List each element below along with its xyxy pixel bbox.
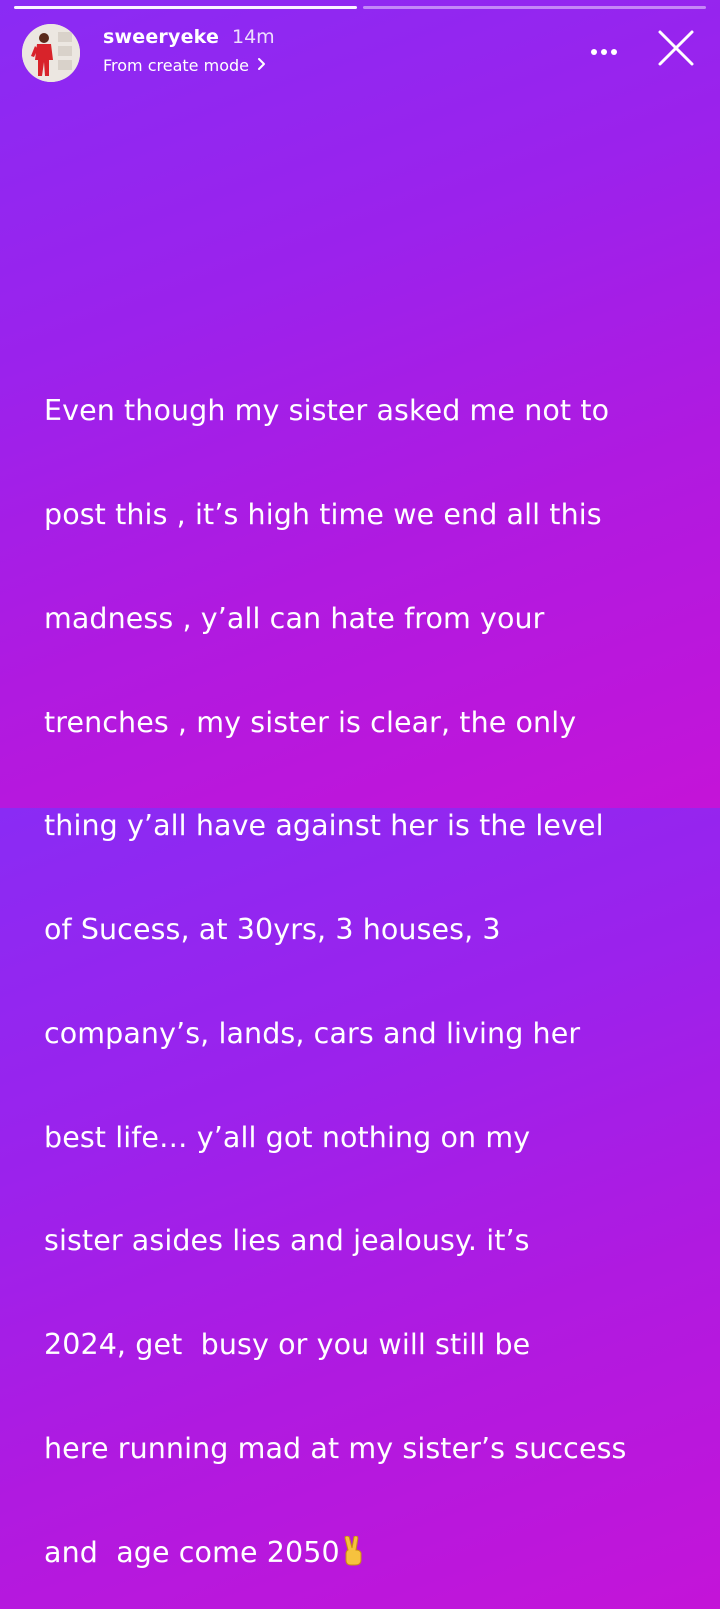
story-text-line-last: and age come 2050 [44,1535,694,1575]
story-text-line: of Sucess, at 30yrs, 3 houses, 3 [44,913,501,947]
story-text-line: 2024, get busy or you will still be [44,1328,531,1362]
story-text-line: here running mad at my sister’s success [44,1432,627,1465]
story-progress-bar [14,6,706,9]
story-username[interactable]: sweeryeke [103,26,219,48]
story-text-line: madness , y’all can hate from your [44,601,545,635]
story-text-line: thing y’all have against her is the leve… [44,809,604,843]
story-text-line: trenches , my sister is clear, the only [44,705,577,739]
close-icon [654,30,698,74]
victory-hand-emoji-icon [342,1535,366,1575]
close-button[interactable] [654,26,698,70]
more-horizontal-icon [584,49,624,76]
story-progress-segment [363,6,706,9]
story-text-line: post this , it’s high time we end all th… [44,497,602,531]
story-text-line: company’s, lands, cars and living her [44,1016,581,1050]
chevron-right-icon [257,56,266,75]
story-timestamp: 14m [232,26,275,48]
story-header: sweeryeke 14m From create mode [22,22,698,84]
story-text-line: sister asides lies and jealousy. it’s [44,1224,530,1258]
more-options-button[interactable] [584,32,624,72]
story-text-line: and age come 2050 [44,1535,340,1569]
story-text-line: Even though my sister asked me not to [44,394,610,428]
create-mode-label: From create mode [103,56,249,75]
story-progress-segment [14,6,357,9]
create-mode-link[interactable]: From create mode [103,56,266,75]
story-text-block: Even though my sister asked me not to po… [44,325,694,1609]
story-text-line: best life… y’all got nothing on my [44,1120,531,1154]
avatar[interactable] [22,24,80,82]
